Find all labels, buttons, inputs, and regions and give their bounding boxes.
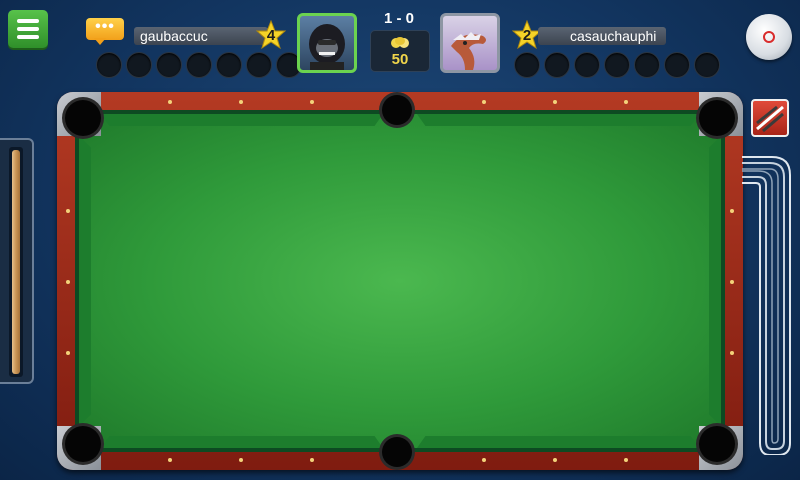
player1-name: gaubaccuc — [134, 27, 268, 45]
player1-level: 4 — [266, 27, 276, 44]
menu-icon — [17, 19, 39, 23]
dragon-avatar-icon — [451, 32, 486, 70]
pocket-bottom-right — [699, 426, 735, 462]
settings-icon — [763, 31, 775, 43]
rail-diamond — [239, 458, 243, 462]
rail-diamond — [553, 458, 557, 462]
settings-button[interactable] — [746, 14, 792, 60]
ball-slot — [246, 52, 272, 78]
cushion-left — [79, 136, 91, 426]
rail-diamond — [624, 458, 628, 462]
cue-select-button[interactable] — [751, 99, 789, 137]
cushion-bottom-left — [101, 436, 383, 448]
rail-diamond — [730, 351, 734, 355]
rail-diamond — [624, 100, 628, 104]
ball-slot — [634, 52, 660, 78]
rail-diamond — [310, 100, 314, 104]
cushion-top-right — [417, 114, 699, 126]
rail-diamond — [553, 100, 557, 104]
rail-diamond — [730, 209, 734, 213]
pocket-top-middle — [382, 95, 412, 125]
table-felt[interactable] — [79, 114, 721, 448]
rail-diamond — [66, 351, 70, 355]
gorilla-avatar-icon — [309, 24, 345, 70]
pocket-bottom-middle — [382, 437, 412, 467]
player2-name: casauchauphi — [538, 27, 666, 45]
ball-slot — [544, 52, 570, 78]
menu-button[interactable] — [8, 10, 48, 48]
pot-box: 50 — [370, 30, 430, 72]
chat-button[interactable]: ••• — [86, 18, 124, 45]
cue-icon — [756, 105, 784, 133]
ball-slot — [186, 52, 212, 78]
rail-diamond — [168, 458, 172, 462]
ball-return-tube — [742, 156, 791, 455]
rail-diamond — [66, 209, 70, 213]
chat-dots: ••• — [95, 18, 115, 35]
ball-slot — [664, 52, 690, 78]
ball-slot — [514, 52, 540, 78]
pocket-bottom-left — [65, 426, 101, 462]
rail-diamond — [482, 458, 486, 462]
pocket-top-right — [699, 100, 735, 136]
player1-ball-slots — [96, 52, 302, 78]
pot-amount: 50 — [391, 51, 409, 68]
player1-avatar[interactable] — [297, 13, 357, 73]
coins-icon — [391, 37, 409, 48]
ball-slot — [96, 52, 122, 78]
rail-diamond — [66, 280, 70, 284]
pocket-top-left — [65, 100, 101, 136]
rail-diamond — [482, 100, 486, 104]
cushion-right — [709, 136, 721, 426]
player2-avatar[interactable] — [440, 13, 500, 73]
ball-slot — [156, 52, 182, 78]
menu-icon-bar — [17, 27, 39, 31]
rail-diamond — [310, 458, 314, 462]
pool-table[interactable] — [57, 92, 743, 470]
menu-icon-bar — [17, 35, 39, 39]
cushion-bottom-right — [417, 436, 699, 448]
player1-level-badge: 4 — [255, 19, 287, 50]
ball-slot — [216, 52, 242, 78]
cue-stick-power-handle[interactable] — [12, 150, 20, 374]
cushion-top-left — [101, 114, 383, 126]
power-meter[interactable] — [0, 138, 34, 384]
match-score: 1 - 0 — [383, 10, 414, 27]
ball-slot — [604, 52, 630, 78]
ball-slot — [694, 52, 720, 78]
rail-diamond — [730, 280, 734, 284]
rail-diamond — [168, 100, 172, 104]
chat-tail — [94, 38, 106, 45]
ball-slot — [574, 52, 600, 78]
rail-diamond — [239, 100, 243, 104]
player2-ball-slots — [514, 52, 720, 78]
ball-slot — [126, 52, 152, 78]
